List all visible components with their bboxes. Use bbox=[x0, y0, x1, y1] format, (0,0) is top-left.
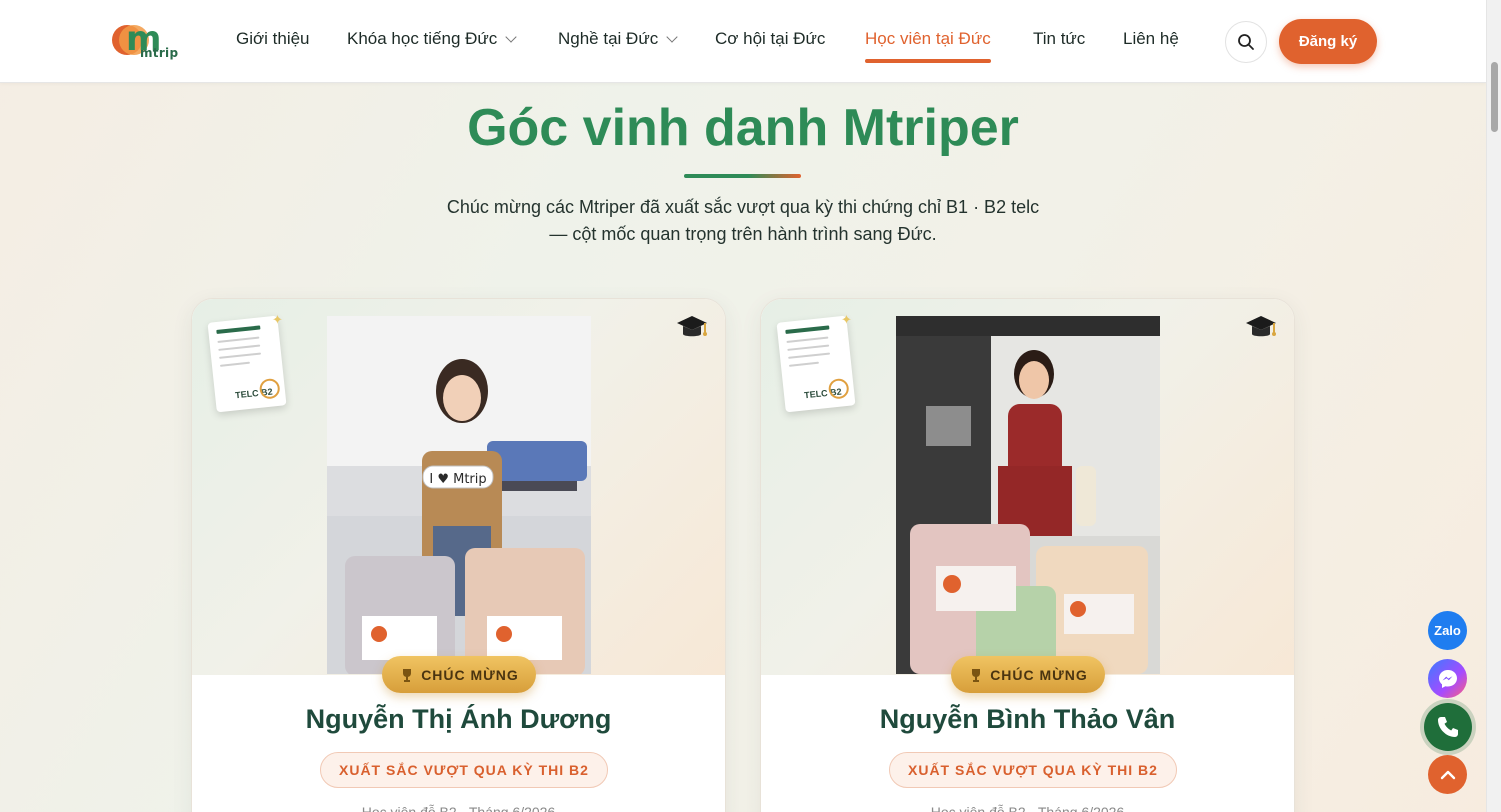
register-button[interactable]: Đăng ký bbox=[1279, 19, 1377, 64]
student-name: Nguyễn Thị Ánh Dương bbox=[305, 704, 612, 734]
graduation-cap-icon bbox=[1246, 316, 1276, 337]
congrats-badge: CHÚC MỪNG bbox=[382, 656, 536, 693]
messenger-icon bbox=[1438, 669, 1457, 688]
zalo-label: Zalo bbox=[1434, 623, 1461, 638]
page-title: Góc vinh danh Mtriper bbox=[467, 99, 1019, 157]
scrollbar-thumb[interactable] bbox=[1491, 62, 1498, 132]
student-card[interactable]: TELC B2 ✦ CHÚC MỪNG Nguyễn Bình Thảo Vân… bbox=[760, 298, 1295, 812]
nav-nghe-tai-duc[interactable]: Nghề tại Đức bbox=[558, 29, 678, 49]
student-meta: Học viên đỗ B2 · Tháng 6/2026 bbox=[930, 804, 1125, 812]
nav-gioi-thieu[interactable]: Giới thiệu bbox=[236, 29, 310, 49]
chevron-down-icon bbox=[505, 30, 517, 43]
nav-label: Liên hệ bbox=[1123, 29, 1179, 48]
nav-label: Khóa học tiếng Đức bbox=[347, 29, 498, 48]
student-name: Nguyễn Bình Thảo Vân bbox=[879, 704, 1176, 734]
nav-co-hoi[interactable]: Cơ hội tại Đức bbox=[715, 29, 825, 49]
achievement-pill: XUẤT SẮC VƯỢT QUA KỲ THI B2 bbox=[320, 752, 608, 788]
nav-hoc-vien[interactable]: Học viên tại Đức bbox=[865, 29, 991, 63]
chevron-up-icon bbox=[1440, 770, 1455, 779]
congrats-badge: CHÚC MỪNG bbox=[951, 656, 1105, 693]
nav-label: Nghề tại Đức bbox=[558, 29, 659, 48]
student-card[interactable]: TELC B2 ✦ I ♥ Mtrip CHÚC MỪNG Nguyễn Thị… bbox=[191, 298, 726, 812]
site-header: m mtrip Giới thiệu Khóa học tiếng Đức Ng… bbox=[0, 0, 1486, 83]
trophy-icon bbox=[403, 668, 412, 682]
nav-label: Tin tức bbox=[1033, 29, 1086, 48]
sparkle-icon: ✦ bbox=[841, 313, 852, 328]
badge-label: CHÚC MỪNG bbox=[421, 666, 519, 683]
student-photo bbox=[896, 316, 1160, 674]
nav-label: Học viên tại Đức bbox=[865, 29, 991, 48]
nav-lien-he[interactable]: Liên hệ bbox=[1123, 29, 1179, 49]
mtrip-logo[interactable]: m mtrip bbox=[112, 22, 184, 62]
subtitle-line-2: — cột mốc quan trọng trên hành trình san… bbox=[549, 224, 937, 244]
badge-label: CHÚC MỪNG bbox=[990, 666, 1088, 683]
phone-icon bbox=[1438, 717, 1458, 737]
subtitle-line-1: Chúc mừng các Mtriper đã xuất sắc vượt q… bbox=[446, 197, 1040, 217]
page-subtitle: Chúc mừng các Mtriper đã xuất sắc vượt q… bbox=[393, 194, 1093, 248]
svg-text:I ♥ Mtrip: I ♥ Mtrip bbox=[429, 472, 486, 487]
telc-certificate-icon: TELC B2 bbox=[207, 315, 287, 413]
sparkle-icon: ✦ bbox=[272, 313, 283, 328]
nav-label: Giới thiệu bbox=[236, 29, 310, 48]
search-icon bbox=[1238, 34, 1254, 50]
logo-text: mtrip bbox=[140, 46, 179, 60]
nav-khoa-hoc[interactable]: Khóa học tiếng Đức bbox=[347, 29, 517, 49]
achievement-pill: XUẤT SẮC VƯỢT QUA KỲ THI B2 bbox=[889, 752, 1177, 788]
zalo-button[interactable]: Zalo bbox=[1428, 611, 1467, 650]
page-scrollbar[interactable] bbox=[1486, 0, 1501, 812]
scroll-to-top-button[interactable] bbox=[1428, 755, 1467, 794]
chevron-down-icon bbox=[666, 30, 678, 43]
phone-button[interactable] bbox=[1424, 703, 1472, 751]
student-photo: I ♥ Mtrip bbox=[327, 316, 591, 674]
trophy-icon bbox=[972, 668, 981, 682]
graduation-cap-icon bbox=[677, 316, 707, 337]
messenger-button[interactable] bbox=[1428, 659, 1467, 698]
title-underline bbox=[684, 174, 801, 178]
search-button[interactable] bbox=[1225, 21, 1267, 63]
nav-tin-tuc[interactable]: Tin tức bbox=[1033, 29, 1085, 49]
telc-certificate-icon: TELC B2 bbox=[776, 315, 856, 413]
active-nav-underline bbox=[865, 59, 991, 63]
student-meta: Học viên đỗ B2 · Tháng 6/2026 bbox=[361, 804, 556, 812]
nav-label: Cơ hội tại Đức bbox=[715, 29, 826, 48]
